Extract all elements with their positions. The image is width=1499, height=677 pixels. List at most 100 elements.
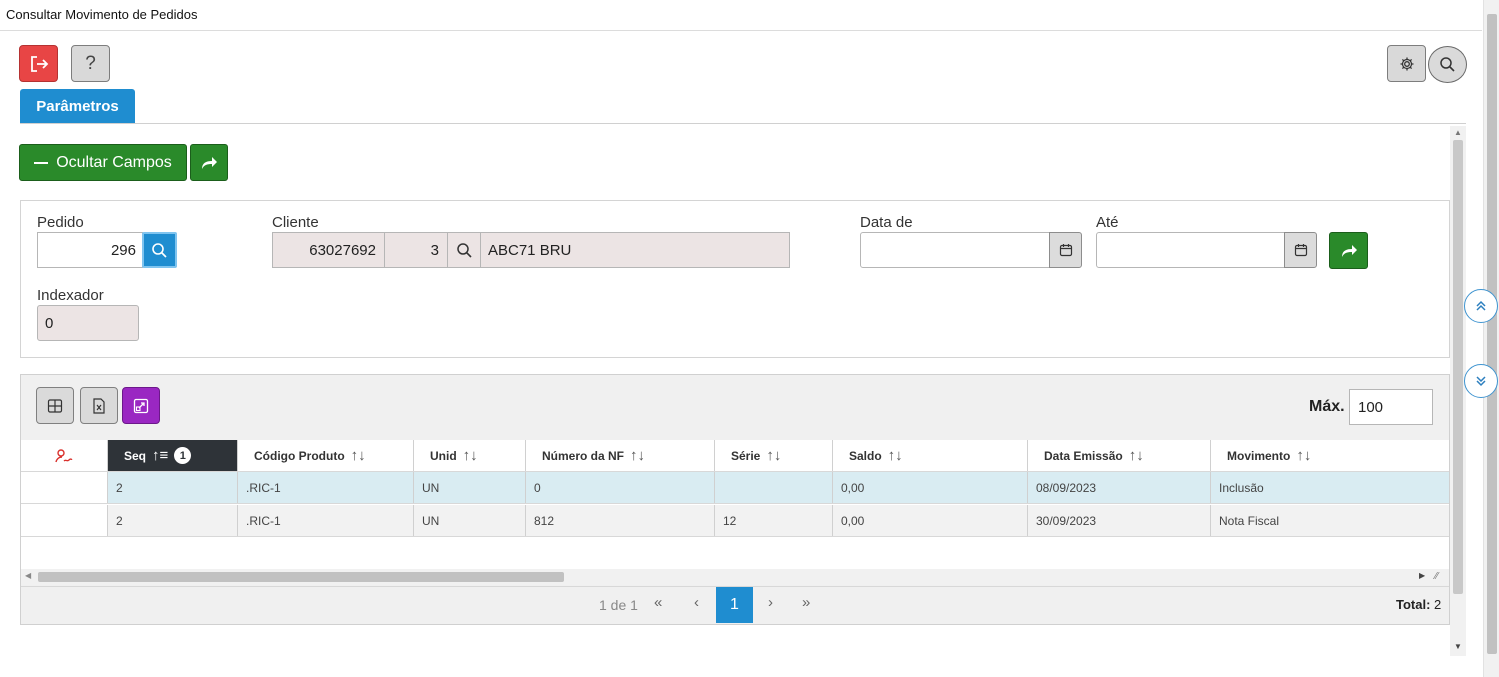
column-header-serie[interactable]: Série ↑↓ (715, 440, 833, 471)
table-row[interactable]: 2 .RIC-1 UN 812 12 0,00 30/09/2023 Nota … (21, 505, 1449, 537)
table-cell[interactable]: 2 (108, 472, 238, 503)
column-label: Data Emissão (1044, 448, 1123, 463)
table-row[interactable]: 2 .RIC-1 UN 0 0,00 08/09/2023 Inclusão (21, 472, 1449, 504)
table-cell[interactable]: 30/09/2023 (1028, 505, 1211, 536)
cliente-name-field: ABC71 BRU (480, 232, 790, 268)
results-table: Seq ↑≡ 1 Código Produto ↑↓ Unid ↑↓ Número … (21, 440, 1449, 585)
settings-button[interactable] (1387, 45, 1426, 82)
search-icon (1440, 57, 1455, 72)
table-cell[interactable]: .RIC-1 (238, 505, 414, 536)
column-label: Saldo (849, 448, 882, 463)
search-icon (456, 242, 472, 258)
sort-icon: ↑↓ (350, 447, 366, 464)
table-cell[interactable]: Nota Fiscal (1211, 505, 1449, 536)
hide-fields-button[interactable]: Ocultar Campos (19, 144, 187, 181)
cliente-name-value: ABC71 BRU (488, 241, 572, 259)
grid-columns-button[interactable] (36, 387, 74, 424)
column-label: Série (731, 448, 761, 463)
table-cell[interactable]: 12 (715, 505, 833, 536)
next-page-button[interactable]: › (768, 594, 773, 611)
column-label: Seq (124, 448, 147, 463)
column-header-numero-nf[interactable]: Número da NF ↑↓ (526, 440, 715, 471)
scroll-up-arrow-icon[interactable]: ▲ (1454, 128, 1462, 137)
sort-asc-icon: ↑≡ (152, 447, 169, 464)
last-page-button[interactable]: » (802, 594, 810, 611)
expand-icon (133, 398, 149, 413)
table-cell[interactable]: UN (414, 472, 526, 503)
data-de-calendar-button[interactable] (1049, 232, 1082, 268)
table-scroll-thumb[interactable] (38, 572, 564, 582)
cliente-search-button[interactable] (447, 232, 481, 268)
excel-icon (93, 397, 105, 414)
scroll-top-button[interactable] (1464, 289, 1498, 323)
expand-grid-button[interactable] (122, 387, 160, 424)
sort-icon: ↑↓ (1128, 447, 1144, 464)
resize-grip-icon[interactable]: ⁄⁄ (1435, 571, 1438, 582)
table-cell[interactable] (715, 472, 833, 503)
table-cell[interactable]: 812 (526, 505, 715, 536)
column-header-unid[interactable]: Unid ↑↓ (414, 440, 526, 471)
filter-clear-cell[interactable] (21, 440, 108, 471)
table-cell[interactable]: .RIC-1 (238, 472, 414, 503)
scroll-right-arrow-icon[interactable]: ▶ (1419, 571, 1425, 580)
page-info: 1 de 1 (599, 597, 638, 613)
exit-button[interactable] (19, 45, 58, 82)
pedido-input[interactable]: 296 (37, 232, 143, 268)
column-header-data-emissao[interactable]: Data Emissão ↑↓ (1028, 440, 1211, 471)
prev-page-button[interactable]: ‹ (694, 594, 699, 611)
ate-input[interactable] (1096, 232, 1285, 268)
indexador-value: 0 (45, 314, 54, 332)
table-cell[interactable]: 0 (526, 472, 715, 503)
sort-icon: ↑↓ (887, 447, 903, 464)
data-de-input[interactable] (860, 232, 1050, 268)
table-cell[interactable]: 0,00 (833, 472, 1028, 503)
exit-icon (30, 55, 48, 72)
total-count: Total: 2 (1396, 597, 1441, 612)
ate-label: Até (1096, 214, 1119, 231)
content-vertical-scrollbar[interactable]: ▲ ▼ (1450, 126, 1466, 656)
grid-icon (47, 398, 63, 413)
column-header-saldo[interactable]: Saldo ↑↓ (833, 440, 1028, 471)
first-page-button[interactable]: « (654, 594, 662, 611)
table-cell[interactable]: Inclusão (1211, 472, 1449, 503)
table-header-row: Seq ↑≡ 1 Código Produto ↑↓ Unid ↑↓ Número … (21, 440, 1449, 472)
help-button[interactable]: ? (71, 45, 110, 82)
content-scroll-thumb[interactable] (1453, 140, 1463, 594)
calendar-icon (1059, 244, 1072, 257)
gear-icon (1400, 57, 1413, 70)
table-cell[interactable]: 08/09/2023 (1028, 472, 1211, 503)
sort-icon: ↑↓ (766, 447, 782, 464)
table-cell[interactable]: 0,00 (833, 505, 1028, 536)
row-selector-cell[interactable] (21, 472, 108, 503)
page-vertical-scrollbar[interactable] (1483, 0, 1499, 677)
ate-calendar-button[interactable] (1284, 232, 1317, 268)
scroll-bottom-button[interactable] (1464, 364, 1498, 398)
scroll-down-arrow-icon[interactable]: ▼ (1454, 642, 1462, 651)
apply-filter-button[interactable] (1329, 232, 1368, 269)
column-header-movimento[interactable]: Movimento ↑↓ (1211, 440, 1449, 471)
table-horizontal-scrollbar[interactable]: ◀ ▶ ⁄⁄ (21, 569, 1449, 585)
filter-clear-icon (55, 448, 73, 462)
max-rows-input[interactable]: 100 (1349, 389, 1433, 425)
pedido-search-button[interactable] (142, 232, 177, 268)
pedido-label: Pedido (37, 214, 84, 231)
column-label: Unid (430, 448, 457, 463)
max-label: Máx. (1309, 398, 1345, 415)
page-button-current[interactable]: 1 (716, 587, 753, 623)
export-excel-button[interactable] (80, 387, 118, 424)
column-header-seq[interactable]: Seq ↑≡ 1 (108, 440, 238, 471)
search-toggle-button[interactable] (1428, 46, 1467, 83)
total-value: 2 (1434, 597, 1442, 612)
cliente-seq-value: 3 (430, 241, 439, 259)
page-scroll-thumb[interactable] (1487, 14, 1497, 654)
share-arrow-icon (202, 156, 217, 169)
total-label: Total: (1396, 597, 1431, 612)
share-button[interactable] (190, 144, 228, 181)
scroll-left-arrow-icon[interactable]: ◀ (25, 571, 31, 580)
tab-parametros[interactable]: Parâmetros (20, 89, 135, 123)
table-cell[interactable]: 2 (108, 505, 238, 536)
column-header-codigo-produto[interactable]: Código Produto ↑↓ (238, 440, 414, 471)
row-selector-cell[interactable] (21, 505, 108, 536)
sort-order-badge: 1 (174, 447, 192, 464)
table-cell[interactable]: UN (414, 505, 526, 536)
